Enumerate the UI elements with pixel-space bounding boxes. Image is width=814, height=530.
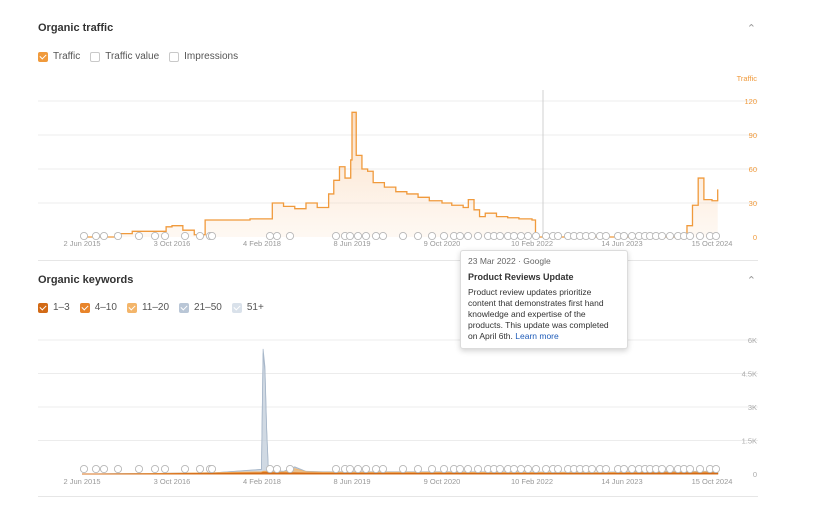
tooltip-date: 23 Mar 2022 · Google [468,256,551,266]
x-tick-label: 15 Oct 2024 [692,477,733,486]
x-tick-label: 3 Oct 2016 [154,477,191,486]
bottom-divider [38,496,758,497]
y-tick-label: 3K [748,403,757,412]
algorithm-update-marker [79,464,89,474]
keywords-chart: 0 1.5K 3K 4.5K 6K 2 Jun 2015 3 Oct 2016 4 Feb 2… [38,336,758,486]
algorithm-update-marker [285,464,295,474]
algorithm-update-marker [150,464,160,474]
algorithm-update-marker [353,464,363,474]
algorithm-update-marker [553,464,563,474]
algorithm-update-marker [99,464,109,474]
x-tick-label: 2 Jun 2015 [63,477,100,486]
algorithm-update-marker [180,464,190,474]
algorithm-update-marker [331,464,341,474]
algorithm-update-marker [711,464,721,474]
algorithm-update-marker [657,464,667,474]
y-tick-label: 4.5K [742,370,757,379]
algorithm-update-marker [345,464,355,474]
algorithm-update-marker [665,464,675,474]
tooltip-body: Product review updates prioritize conten… [468,287,620,342]
x-tick-label: 8 Jun 2019 [333,477,370,486]
algorithm-update-marker [541,464,551,474]
algorithm-update-marker [378,464,388,474]
algorithm-update-marker [398,464,408,474]
algorithm-update-marker [523,464,533,474]
algorithm-update-marker [91,464,101,474]
algorithm-update-marker [455,464,465,474]
algorithm-update-marker [134,464,144,474]
algorithm-update-marker [361,464,371,474]
algorithm-update-marker [371,464,381,474]
algorithm-update-marker [439,464,449,474]
algorithm-update-marker [509,464,519,474]
x-tick-label: 10 Feb 2022 [511,477,553,486]
x-tick-label: 14 Jun 2023 [601,477,642,486]
algorithm-update-marker [272,464,282,474]
algorithm-update-marker [265,464,275,474]
algorithm-update-marker [601,464,611,474]
algorithm-update-marker [495,464,505,474]
algorithm-update-marker [695,464,705,474]
algorithm-update-marker [619,464,629,474]
x-tick-label: 4 Feb 2018 [243,477,281,486]
algorithm-update-marker [587,464,597,474]
algorithm-update-marker [516,464,526,474]
x-tick-label: 9 Oct 2020 [424,477,461,486]
keywords-area-21–50 [81,353,719,475]
algorithm-update-marker [463,464,473,474]
algorithm-update-marker [113,464,123,474]
y-tick-label: 0 [753,470,757,479]
algorithm-update-marker [207,464,217,474]
y-tick-label: 1.5K [742,437,757,446]
algorithm-update-marker [685,464,695,474]
algorithm-update-marker [195,464,205,474]
tooltip-title: Product Reviews Update [468,272,574,282]
learn-more-link[interactable]: Learn more [515,331,558,341]
algorithm-update-marker [413,464,423,474]
algorithm-update-marker [531,464,541,474]
algorithm-update-marker [473,464,483,474]
algorithm-update-tooltip: 23 Mar 2022 · Google Product Reviews Upd… [460,250,628,349]
y-tick-label: 6K [748,336,757,345]
keywords-area-51+ [81,348,719,475]
algorithm-update-marker [627,464,637,474]
algorithm-update-marker [427,464,437,474]
algorithm-update-marker [160,464,170,474]
